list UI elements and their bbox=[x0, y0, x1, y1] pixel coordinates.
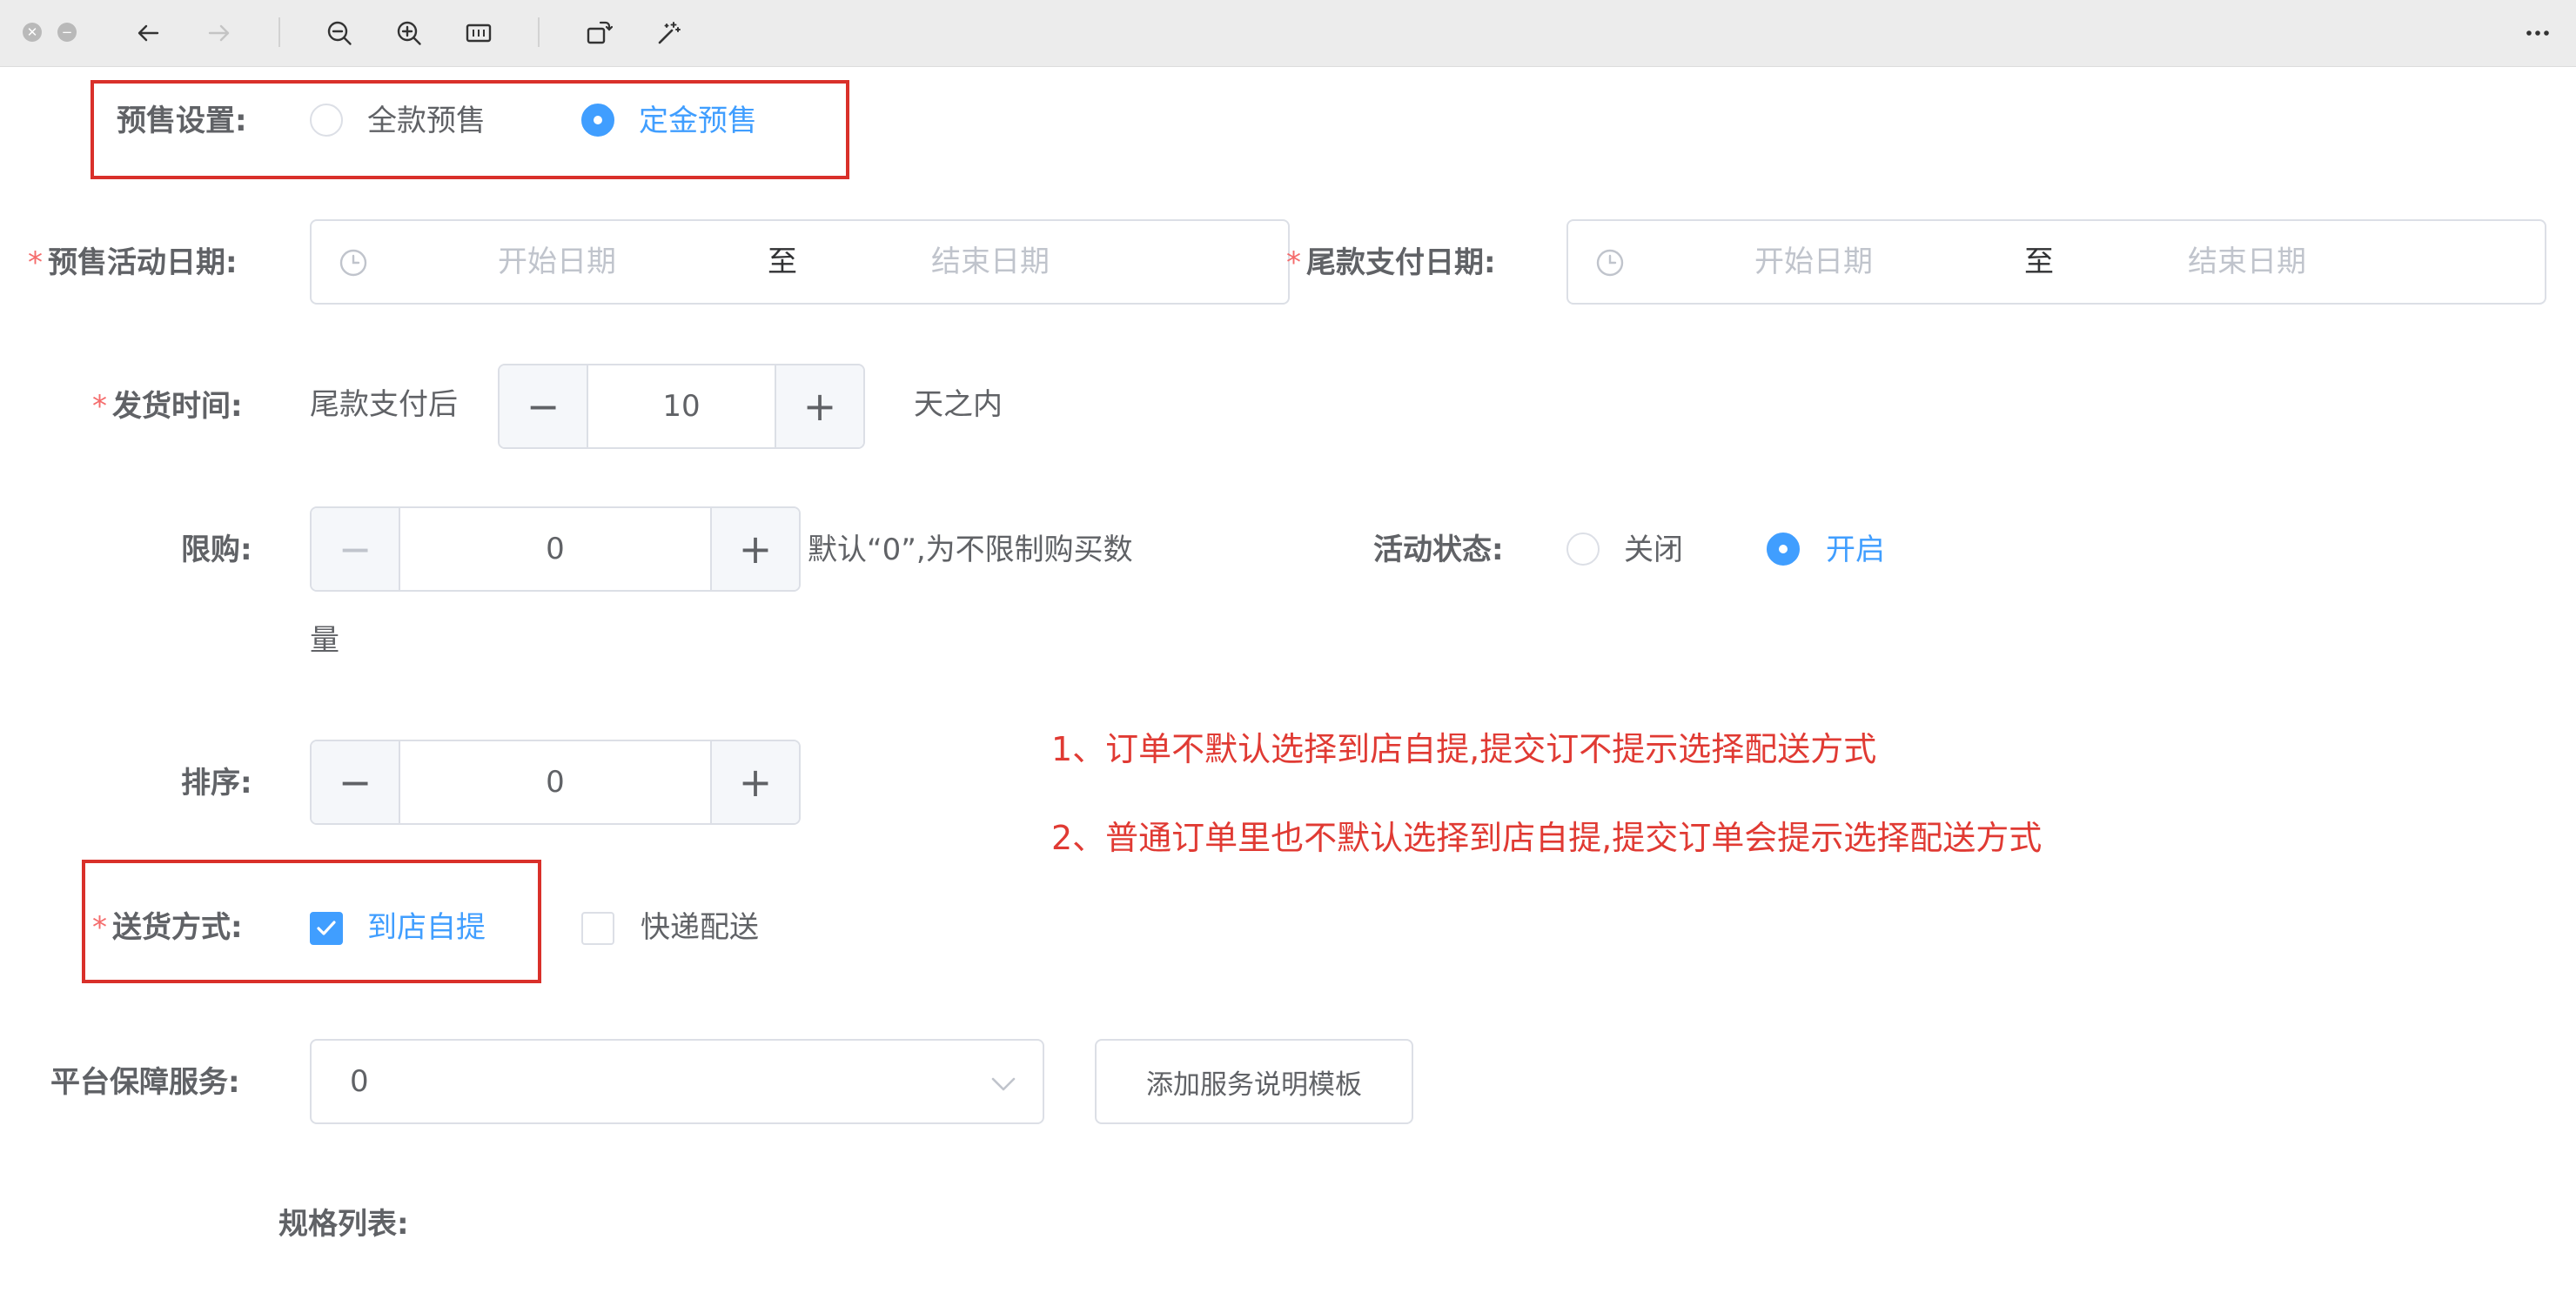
purchase-limit-hint: 默认“0”,为不限制购买数 bbox=[808, 533, 1133, 567]
zoom-in-icon[interactable] bbox=[392, 16, 426, 50]
required-mark: * bbox=[28, 245, 43, 280]
spec-list-label: 规格列表: bbox=[278, 1207, 409, 1242]
chevron-down-icon bbox=[989, 1069, 1018, 1098]
clock-icon bbox=[1594, 247, 1626, 278]
sort-stepper[interactable]: − 0 + bbox=[310, 740, 801, 825]
purchase-limit-input[interactable]: 0 bbox=[400, 508, 710, 590]
platform-service-select[interactable]: 0 bbox=[310, 1039, 1044, 1124]
radio-deposit-label[interactable]: 定金预售 bbox=[639, 104, 757, 138]
final-payment-date-range-picker[interactable]: 开始日期 至 结束日期 bbox=[1566, 219, 2546, 305]
toolbar-divider bbox=[278, 17, 280, 47]
shipping-time-prefix: 尾款支付后 bbox=[310, 387, 458, 422]
radio-full-payment-label[interactable]: 全款预售 bbox=[367, 104, 486, 138]
checkbox-express-label[interactable]: 快递配送 bbox=[641, 910, 759, 945]
required-mark: * bbox=[1286, 245, 1301, 280]
purchase-limit-stepper[interactable]: − 0 + bbox=[310, 506, 801, 592]
activity-date-label-text: 预售活动日期: bbox=[48, 245, 238, 280]
more-icon[interactable] bbox=[2520, 16, 2555, 50]
increase-button[interactable]: + bbox=[775, 365, 863, 447]
end-date-input[interactable]: 结束日期 bbox=[931, 245, 1050, 279]
purchase-limit-label: 限购: bbox=[181, 533, 252, 567]
shipping-days-input[interactable]: 10 bbox=[588, 365, 775, 447]
back-arrow-icon[interactable] bbox=[131, 16, 165, 50]
close-icon[interactable]: ✕ bbox=[23, 23, 42, 42]
decrease-button[interactable]: − bbox=[312, 741, 400, 823]
end-date-input[interactable]: 结束日期 bbox=[2188, 245, 2306, 279]
radio-full-payment[interactable] bbox=[310, 104, 343, 137]
delivery-label-text: 送货方式: bbox=[112, 910, 243, 945]
platform-service-value: 0 bbox=[350, 1064, 369, 1099]
presale-label: 预售设置: bbox=[117, 104, 247, 138]
required-mark: * bbox=[92, 389, 107, 424]
shipping-time-label-text: 发货时间: bbox=[112, 389, 243, 424]
add-service-template-button[interactable]: 添加服务说明模板 bbox=[1095, 1039, 1413, 1124]
window-toolbar: ✕ − bbox=[0, 0, 2576, 67]
check-icon bbox=[317, 921, 336, 935]
start-date-input[interactable]: 开始日期 bbox=[498, 245, 616, 279]
rotate-icon[interactable] bbox=[581, 16, 616, 50]
radio-status-off[interactable] bbox=[1566, 533, 1600, 566]
final-payment-date-label: * 尾款支付日期: bbox=[1286, 245, 1496, 280]
platform-service-label: 平台保障服务: bbox=[50, 1065, 240, 1100]
radio-status-off-label[interactable]: 关闭 bbox=[1624, 533, 1683, 567]
clock-icon bbox=[338, 247, 369, 278]
minimize-icon[interactable]: − bbox=[57, 23, 77, 42]
delivery-label: * 送货方式: bbox=[92, 910, 243, 945]
checkbox-express[interactable] bbox=[581, 912, 614, 945]
toolbar-divider bbox=[538, 17, 540, 47]
activity-status-label: 活动状态: bbox=[1373, 533, 1504, 567]
annotation-note-1: 1、订单不默认选择到店自提,提交订不提示选择配送方式 bbox=[1051, 730, 1877, 768]
activity-date-range-picker[interactable]: 开始日期 至 结束日期 bbox=[310, 219, 1290, 305]
shipping-time-suffix: 天之内 bbox=[914, 387, 1003, 422]
range-separator: 至 bbox=[768, 245, 797, 279]
increase-button[interactable]: + bbox=[710, 508, 799, 590]
sort-label: 排序: bbox=[181, 766, 252, 801]
decrease-button[interactable]: − bbox=[312, 508, 400, 590]
checkbox-store-pickup[interactable] bbox=[310, 912, 343, 945]
required-mark: * bbox=[92, 910, 107, 945]
checkbox-store-pickup-label[interactable]: 到店自提 bbox=[367, 910, 486, 945]
sort-input[interactable]: 0 bbox=[400, 741, 710, 823]
radio-deposit[interactable] bbox=[581, 104, 614, 137]
decrease-button[interactable]: − bbox=[500, 365, 588, 447]
activity-date-label: * 预售活动日期: bbox=[28, 245, 238, 280]
increase-button[interactable]: + bbox=[710, 741, 799, 823]
purchase-limit-hint-wrap: 量 bbox=[310, 623, 339, 658]
range-separator: 至 bbox=[2024, 245, 2054, 279]
radio-status-on-label[interactable]: 开启 bbox=[1826, 533, 1885, 567]
annotation-note-2: 2、普通订单里也不默认选择到店自提,提交订单会提示选择配送方式 bbox=[1051, 819, 2043, 857]
start-date-input[interactable]: 开始日期 bbox=[1754, 245, 1873, 279]
final-payment-date-label-text: 尾款支付日期: bbox=[1306, 245, 1496, 280]
fit-icon[interactable] bbox=[461, 16, 496, 50]
shipping-days-stepper[interactable]: − 10 + bbox=[498, 364, 865, 449]
forward-arrow-icon[interactable] bbox=[202, 16, 237, 50]
radio-status-on[interactable] bbox=[1767, 533, 1800, 566]
shipping-time-label: * 发货时间: bbox=[92, 389, 243, 424]
magic-wand-icon[interactable] bbox=[651, 16, 686, 50]
zoom-out-icon[interactable] bbox=[322, 16, 357, 50]
